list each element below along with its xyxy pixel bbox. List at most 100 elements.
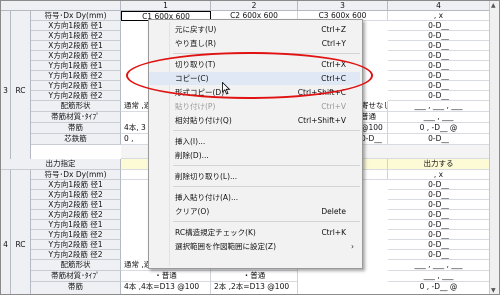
menu-item-label: 選択範囲を作図範囲に設定(Z) <box>175 242 276 251</box>
cell-material-col3[interactable]: 普通 <box>361 112 388 123</box>
submenu-arrow-icon: › <box>351 242 354 251</box>
cell-y1-col4[interactable]: 0-D__ <box>388 220 490 230</box>
label-core-rebar: 芯鉄筋 <box>31 134 121 145</box>
cell-x2b-col4[interactable]: 0-D__ <box>388 51 490 61</box>
menu-item-shortcut: Delete <box>321 207 346 216</box>
cell-y1-col4[interactable]: 0-D__ <box>388 61 490 71</box>
cell-material-col4[interactable]: ___ , ___ <box>388 112 490 123</box>
label-y1b: Y方向1段筋 径2 <box>31 230 121 240</box>
cell-y2-col4[interactable]: 0-D__ <box>388 240 490 250</box>
menu-item-shortcut: Ctrl+Shift+V <box>297 116 346 125</box>
label-x1: X方向1段筋 径1 <box>31 21 121 31</box>
menu-item-insert[interactable]: 挿入(I)... <box>149 135 360 148</box>
cell-layout-col4[interactable]: ___ , ___ , ___ <box>388 101 490 112</box>
menu-item-shortcut: Ctrl+K <box>321 228 346 237</box>
row-group-type: RC <box>11 170 31 294</box>
cell-hoop-col4[interactable]: 0 , -D__ @ <box>388 123 490 134</box>
menu-item-label: 削除(D)... <box>175 151 209 160</box>
label-x2b: X方向2段筋 径2 <box>31 51 121 61</box>
label-x1b: X方向1段筋 径2 <box>31 31 121 41</box>
cell-x1-col4[interactable]: 0-D__ <box>388 180 490 190</box>
cell-x2-col4[interactable]: 0-D__ <box>388 200 490 210</box>
cell-core-col4[interactable]: 0-D__ <box>388 134 490 145</box>
label-hoop-material: 帯筋材質･ﾀｲﾌﾟ <box>31 112 121 123</box>
label-y1b: Y方向1段筋 径2 <box>31 71 121 81</box>
cell-y2b-col4[interactable]: 0-D__ <box>388 250 490 260</box>
menu-item-paste[interactable]: 貼り付け(P) Ctrl+V <box>149 100 360 113</box>
label-x1b: X方向1段筋 径2 <box>31 190 121 200</box>
cell-x1b-col4[interactable]: 0-D__ <box>388 31 490 41</box>
menu-item-label: やり直し(R) <box>175 39 217 48</box>
label-x2b: X方向2段筋 径2 <box>31 210 121 220</box>
cell-y1b-col4[interactable]: 0-D__ <box>388 71 490 81</box>
cell-material-col2[interactable]: ・普通 <box>211 271 298 282</box>
menu-item-label: 削除切り取り(L)... <box>175 172 238 181</box>
label-y2: Y方向2段筋 径1 <box>31 240 121 250</box>
cell-layout-col4[interactable]: ___ , ___ , ___ <box>388 260 490 271</box>
vertical-scrollbar[interactable]: ▲ ▼ <box>489 1 499 294</box>
cell-hoop-col3[interactable]: @100 <box>361 123 388 134</box>
cell-layout-col3[interactable]: 寄せなし <box>361 101 388 112</box>
cell-y2b-col4[interactable]: 0-D__ <box>388 91 490 101</box>
menu-item-delete-cut[interactable]: 削除切り取り(L)... <box>149 170 360 183</box>
label-x1: X方向1段筋 径1 <box>31 180 121 190</box>
menu-item-label: 挿入貼り付け(A)... <box>175 193 239 202</box>
scroll-down-icon[interactable]: ▼ <box>491 287 496 294</box>
menu-item-redo[interactable]: やり直し(R) Ctrl+Y <box>149 37 360 50</box>
label-y1: Y方向1段筋 径1 <box>31 220 121 230</box>
cell-symbol-col4[interactable]: , x <box>388 11 490 21</box>
label-y2b: Y方向2段筋 径2 <box>31 250 121 260</box>
menu-item-label: RC構造規定チェック(K) <box>175 228 256 237</box>
menu-item-label: 相対貼り付け(Q) <box>175 116 232 125</box>
menu-item-delete[interactable]: 削除(D)... <box>149 149 360 162</box>
column-header-2[interactable]: 2 <box>211 1 298 11</box>
label-y1: Y方向1段筋 径1 <box>31 61 121 71</box>
label-rebar-layout: 配筋形状 <box>31 260 121 271</box>
menu-separator <box>173 221 360 222</box>
cell-material-col1[interactable]: ・普通 <box>121 271 211 282</box>
label-rebar-layout: 配筋形状 <box>31 101 121 112</box>
cell-x2b-col4[interactable]: 0-D__ <box>388 210 490 220</box>
column-header-1[interactable]: 1 <box>121 1 211 11</box>
menu-item-shortcut: Ctrl+Y <box>321 39 346 48</box>
menu-item-label: 挿入(I)... <box>175 137 206 146</box>
menu-item-insert-paste[interactable]: 挿入貼り付け(A)... <box>149 191 360 204</box>
label-y2: Y方向2段筋 径1 <box>31 81 121 91</box>
cell-output-col4[interactable]: 出力する <box>388 159 490 170</box>
menu-item-clear[interactable]: クリア(O) Delete <box>149 205 360 218</box>
row-group-number[interactable]: 4 <box>1 170 11 294</box>
menu-item-label: クリア(O) <box>175 207 210 216</box>
menu-item-shortcut: Ctrl+V <box>321 102 346 111</box>
cell-symbol-col4[interactable]: , x <box>388 170 490 180</box>
menu-item-rc-check[interactable]: RC構造規定チェック(K) Ctrl+K <box>149 226 360 239</box>
menu-item-relative-paste[interactable]: 相対貼り付け(Q) Ctrl+Shift+V <box>149 114 360 127</box>
cell-hoop-col4[interactable]: 0 , -D__ @ <box>388 282 490 294</box>
label-output-spec: 出力指定 <box>1 159 121 170</box>
menu-separator <box>173 186 360 187</box>
menu-item-label: 貼り付け(P) <box>175 102 216 111</box>
menu-item-set-drawing-range[interactable]: 選択範囲を作図範囲に設定(Z) › <box>149 240 360 253</box>
cell-y1b-col4[interactable]: 0-D__ <box>388 230 490 240</box>
highlight-annotation-oval <box>126 52 373 99</box>
cell-y2-col4[interactable]: 0-D__ <box>388 81 490 91</box>
cell-x1b-col4[interactable]: 0-D__ <box>388 190 490 200</box>
label-symbol-dxdy: 符号･Dx Dy(mm) <box>31 170 121 180</box>
menu-separator <box>173 165 360 166</box>
cell-core-col3[interactable]: 0-D__ <box>361 134 388 145</box>
cell-material-col4[interactable]: ___ , ___ <box>388 271 490 282</box>
scroll-up-icon[interactable]: ▲ <box>491 2 496 9</box>
menu-separator <box>173 130 360 131</box>
cell-x2-col4[interactable]: 0-D__ <box>388 41 490 51</box>
label-hoop: 帯筋 <box>31 123 121 134</box>
menu-item-shortcut: Ctrl+Z <box>321 25 346 34</box>
corner-header <box>1 1 121 11</box>
column-header-4[interactable]: 4 <box>388 1 490 11</box>
row-group-type: RC <box>11 11 31 170</box>
cell-hoop-col1[interactable]: 4本 ,4本=D13 @100 <box>121 282 211 294</box>
column-header-3[interactable]: 3 <box>298 1 388 11</box>
menu-item-undo[interactable]: 元に戻す(U) Ctrl+Z <box>149 23 360 36</box>
row-group-number[interactable]: 3 <box>1 11 11 170</box>
cell-hoop-col2[interactable]: 2本 ,2本=D13 @100 <box>211 282 298 294</box>
label-x2: X方向2段筋 径1 <box>31 200 121 210</box>
cell-x1-col4[interactable]: 0-D__ <box>388 21 490 31</box>
